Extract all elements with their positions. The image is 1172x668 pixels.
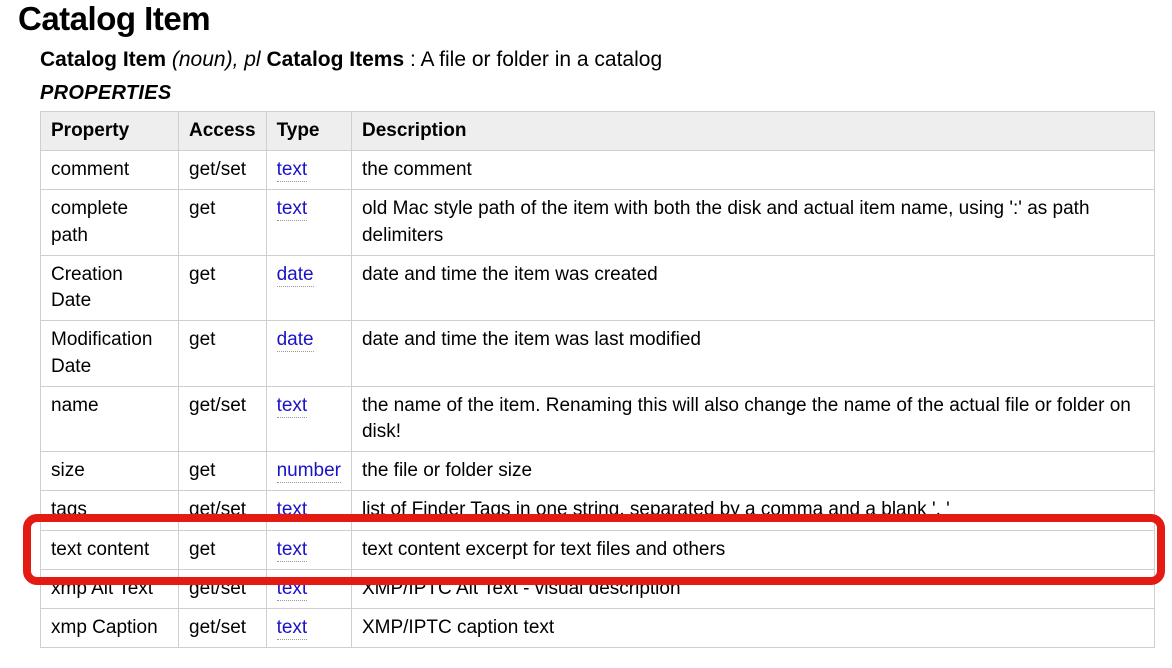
cell-type: text (266, 530, 351, 569)
cell-property: name (41, 386, 179, 451)
table-row: nameget/set text the name of the item. Ren… (41, 386, 1155, 451)
cell-type: date (266, 255, 351, 320)
page-title: Catalog Item (18, 0, 1154, 38)
cell-property: comment (41, 151, 179, 190)
cell-property: Modification Date (41, 321, 179, 386)
cell-property: complete path (41, 190, 179, 255)
cell-type: text (266, 569, 351, 608)
cell-type: text (266, 190, 351, 255)
cell-access: get/set (179, 386, 267, 451)
cell-property: tags (41, 491, 179, 530)
table-row: xmp Captionget/set text XMP/IPTC caption t… (41, 609, 1155, 648)
definition-term: Catalog Item (40, 48, 166, 71)
type-link[interactable]: date (277, 264, 314, 287)
cell-description: text content excerpt for text files and … (351, 530, 1154, 569)
cell-access: get (179, 255, 267, 320)
cell-description: date and time the item was last modified (351, 321, 1154, 386)
col-type: Type (266, 112, 351, 151)
cell-property: size (41, 452, 179, 491)
table-row: text contentgettext text content excerpt … (41, 530, 1155, 569)
cell-access: get (179, 530, 267, 569)
cell-property: Creation Date (41, 255, 179, 320)
properties-table: Property Access Type Description comment… (40, 111, 1155, 648)
definition: Catalog Item (noun), pl Catalog Items : … (40, 48, 1154, 72)
table-row: Modification Dategetdate date and time th… (41, 321, 1155, 386)
cell-description: XMP/IPTC Alt Text - visual description (351, 569, 1154, 608)
properties-label: PROPERTIES (40, 82, 1154, 105)
cell-description: the file or folder size (351, 452, 1154, 491)
type-link[interactable]: date (277, 329, 314, 352)
cell-access: get (179, 452, 267, 491)
definition-plural: Catalog Items (266, 48, 404, 71)
table-row: xmp Alt Textget/set text XMP/IPTC Alt Text… (41, 569, 1155, 608)
type-link[interactable]: text (277, 539, 308, 562)
col-property: Property (41, 112, 179, 151)
cell-property: xmp Caption (41, 609, 179, 648)
type-link[interactable]: text (277, 395, 308, 418)
type-link[interactable]: text (277, 578, 308, 601)
cell-access: get (179, 321, 267, 386)
cell-description: old Mac style path of the item with both… (351, 190, 1154, 255)
cell-access: get/set (179, 569, 267, 608)
cell-access: get/set (179, 151, 267, 190)
table-row: Creation Dategetdate date and time the it… (41, 255, 1155, 320)
type-link[interactable]: text (277, 198, 308, 221)
col-description: Description (351, 112, 1154, 151)
cell-type: text (266, 609, 351, 648)
type-link[interactable]: text (277, 617, 308, 640)
table-row: sizeget number the file or folder size (41, 452, 1155, 491)
type-link[interactable]: text (277, 159, 308, 182)
cell-access: get/set (179, 491, 267, 530)
col-access: Access (179, 112, 267, 151)
cell-description: XMP/IPTC caption text (351, 609, 1154, 648)
table-row: complete pathgettext old Mac style path o… (41, 190, 1155, 255)
cell-type: number (266, 452, 351, 491)
cell-description: the name of the item. Renaming this will… (351, 386, 1154, 451)
cell-type: date (266, 321, 351, 386)
table-row: tagsget/set text list of Finder Tags in on… (41, 491, 1155, 530)
type-link[interactable]: text (277, 499, 308, 522)
cell-description: the comment (351, 151, 1154, 190)
cell-type: text (266, 151, 351, 190)
cell-type: text (266, 386, 351, 451)
table-row: commentget/set text the comment (41, 151, 1155, 190)
cell-property: text content (41, 530, 179, 569)
definition-body: : A file or folder in a catalog (410, 48, 662, 71)
definition-pos: (noun), pl (172, 48, 261, 71)
type-link[interactable]: number (277, 460, 341, 483)
cell-description: list of Finder Tags in one string, separ… (351, 491, 1154, 530)
cell-access: get (179, 190, 267, 255)
cell-description: date and time the item was created (351, 255, 1154, 320)
table-header-row: Property Access Type Description (41, 112, 1155, 151)
cell-access: get/set (179, 609, 267, 648)
cell-type: text (266, 491, 351, 530)
cell-property: xmp Alt Text (41, 569, 179, 608)
